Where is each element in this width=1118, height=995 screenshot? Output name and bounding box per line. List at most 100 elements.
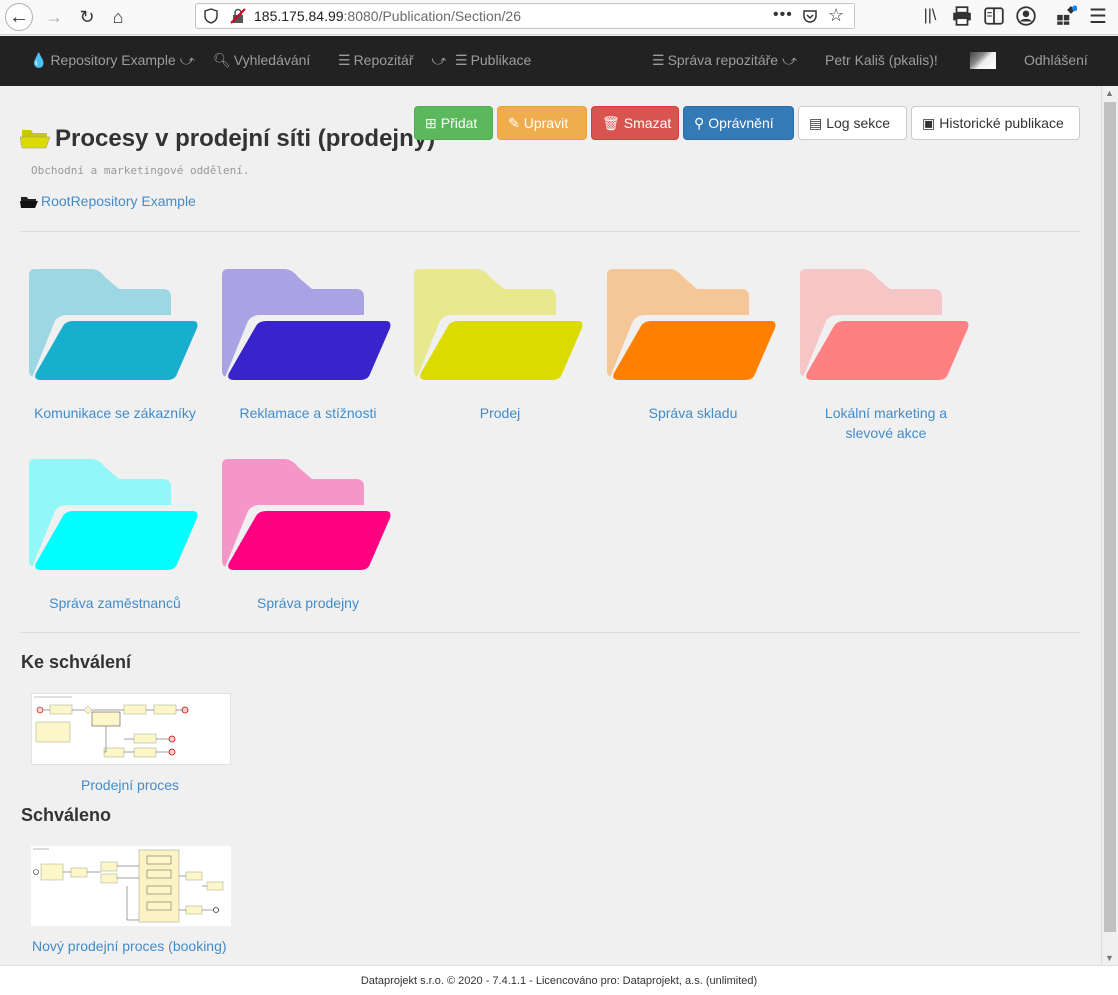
log-button-label: Log sekce: [826, 115, 891, 131]
pencil-square-icon: ✎: [508, 115, 520, 131]
nav-brand[interactable]: 💧 Repository Example ⤻: [30, 36, 195, 86]
url-host: 185.175.84.99: [254, 8, 344, 24]
process-thumbnail[interactable]: [31, 846, 231, 926]
page-actions-more-icon[interactable]: •••: [773, 6, 793, 24]
nav-search[interactable]: 🔍︎ Vyhledávání: [213, 36, 310, 86]
sort-arrow-icon: ⤻: [782, 52, 798, 68]
folder-open-icon: [20, 197, 38, 208]
url-path: :8080/Publication/Section/26: [343, 8, 521, 24]
browser-toolbar: ← → ↻ ⌂ 185.175.84.99:8080/Publication/S…: [0, 0, 1118, 35]
footer: Dataprojekt s.r.o. © 2020 - 7.4.1.1 - Li…: [0, 965, 1118, 995]
navbar: 💧 Repository Example ⤻ 🔍︎ Vyhledávání ☰ Repo…: [0, 36, 1118, 86]
history-button-label: Historické publikace: [939, 115, 1064, 131]
archive-icon: ▣: [922, 115, 936, 131]
log-button[interactable]: ▤ Log sekce: [798, 106, 907, 140]
pocket-icon[interactable]: [802, 8, 818, 24]
nav-repository[interactable]: ☰ Repozitář ⤻: [338, 36, 446, 86]
folder-icon: [800, 269, 972, 383]
home-button[interactable]: ⌂: [104, 3, 132, 31]
nav-publications[interactable]: ☰ Publikace: [455, 36, 531, 86]
trash-icon: 🗑︎: [602, 115, 620, 131]
nav-repository-label: Repozitář: [353, 52, 414, 68]
url-text[interactable]: 185.175.84.99:8080/Publication/Section/2…: [254, 8, 521, 24]
approved-heading: Schváleno: [21, 805, 112, 825]
main-content: Procesy v prodejní síti (prodejny) Obcho…: [0, 86, 1101, 965]
scroll-down-icon[interactable]: ▼: [1105, 953, 1114, 963]
folder-label[interactable]: Správa prodejny: [218, 593, 398, 613]
folder-tile[interactable]: Prodej: [410, 269, 590, 423]
approved-item-link[interactable]: Nový prodejní proces (booking): [32, 938, 227, 954]
folder-tile[interactable]: Správa skladu: [603, 269, 783, 423]
reload-button[interactable]: ↻: [73, 3, 101, 31]
breadcrumb-root-link[interactable]: RootRepository Example: [41, 193, 196, 209]
folder-label[interactable]: Komunikace se zákazníky: [25, 403, 205, 423]
forward-button[interactable]: →: [40, 3, 68, 31]
list-icon: ☰: [455, 52, 468, 68]
extensions-icon[interactable]: [1055, 5, 1077, 27]
nav-publications-label: Publikace: [470, 52, 532, 68]
search-icon: 🔍︎: [213, 52, 231, 68]
bpmn-diagram-preview: [31, 846, 231, 926]
shield-icon[interactable]: [204, 8, 218, 24]
folder-label[interactable]: Správa skladu: [603, 403, 783, 423]
folder-icon: [414, 269, 586, 383]
sort-arrow-icon: ⤻: [431, 52, 447, 68]
water-drop-icon: 💧: [30, 52, 48, 68]
key-icon: ⚲: [694, 115, 705, 131]
folder-icon: [222, 269, 394, 383]
divider: [20, 632, 1080, 633]
history-button[interactable]: ▣ Historické publikace: [911, 106, 1080, 140]
nav-repo-admin-label: Správa repozitáře: [667, 52, 779, 68]
pending-heading: Ke schválení: [21, 652, 132, 672]
nav-repo-admin[interactable]: ☰ Správa repozitáře ⤻: [652, 36, 797, 86]
folder-tile[interactable]: Lokální marketing a slevové akce: [796, 269, 976, 443]
folder-tile[interactable]: Správa zaměstnanců: [25, 459, 205, 613]
page-title: Procesy v prodejní síti (prodejny): [55, 125, 436, 152]
folder-tile[interactable]: Komunikace se zákazníky: [25, 269, 205, 423]
edit-button-label: Upravit: [523, 115, 569, 131]
nav-user[interactable]: Petr Kališ (pkalis)!: [825, 36, 938, 86]
account-icon[interactable]: [1015, 5, 1037, 27]
plus-square-icon: ⊞: [425, 115, 437, 131]
language-flag-icon[interactable]: [970, 52, 996, 69]
insecure-lock-icon[interactable]: [230, 8, 246, 24]
folder-icon: [29, 269, 201, 383]
permissions-button-label: Oprávnění: [708, 115, 774, 131]
list-icon: ☰: [338, 52, 351, 68]
delete-button[interactable]: 🗑︎ Smazat: [591, 106, 679, 140]
folder-label[interactable]: Lokální marketing a slevové akce: [811, 403, 961, 443]
add-button[interactable]: ⊞ Přidat: [414, 106, 493, 140]
print-icon[interactable]: [951, 5, 973, 27]
nav-brand-label: Repository Example: [50, 52, 176, 68]
hamburger-menu-icon[interactable]: ☰: [1087, 5, 1109, 28]
folder-open-icon: [20, 130, 50, 149]
vertical-scrollbar[interactable]: ▲ ▼: [1101, 86, 1118, 965]
sort-arrow-icon: ⤻: [179, 52, 195, 68]
folder-label[interactable]: Reklamace a stížnosti: [218, 403, 398, 423]
folder-icon: [222, 459, 394, 573]
permissions-button[interactable]: ⚲ Oprávnění: [683, 106, 794, 140]
nav-search-label: Vyhledávání: [233, 52, 311, 68]
folder-label[interactable]: Správa zaměstnanců: [25, 593, 205, 613]
nav-logout[interactable]: Odhlášení: [1024, 36, 1088, 86]
library-icon[interactable]: ||\: [919, 5, 941, 27]
folder-icon: [29, 459, 201, 573]
folder-tile[interactable]: Reklamace a stížnosti: [218, 269, 398, 423]
scrollbar-thumb[interactable]: [1104, 102, 1116, 932]
folder-tile[interactable]: Správa prodejny: [218, 459, 398, 613]
folder-label[interactable]: Prodej: [410, 403, 590, 423]
delete-button-label: Smazat: [623, 115, 672, 131]
process-thumbnail[interactable]: [31, 693, 231, 765]
bookmark-star-icon[interactable]: ☆: [828, 5, 844, 26]
edit-button[interactable]: ✎ Upravit: [497, 106, 587, 140]
divider: [20, 231, 1080, 232]
list-alt-icon: ▤: [809, 115, 823, 131]
add-button-label: Přidat: [440, 115, 478, 131]
scroll-up-icon[interactable]: ▲: [1105, 88, 1114, 98]
back-button[interactable]: ←: [5, 3, 33, 31]
list-icon: ☰: [652, 52, 665, 68]
pending-item-link[interactable]: Prodejní proces: [81, 777, 179, 793]
page-description: Obchodní a marketingové oddělení.: [31, 164, 250, 177]
address-bar[interactable]: 185.175.84.99:8080/Publication/Section/2…: [195, 3, 855, 29]
reader-view-icon[interactable]: [983, 5, 1005, 27]
